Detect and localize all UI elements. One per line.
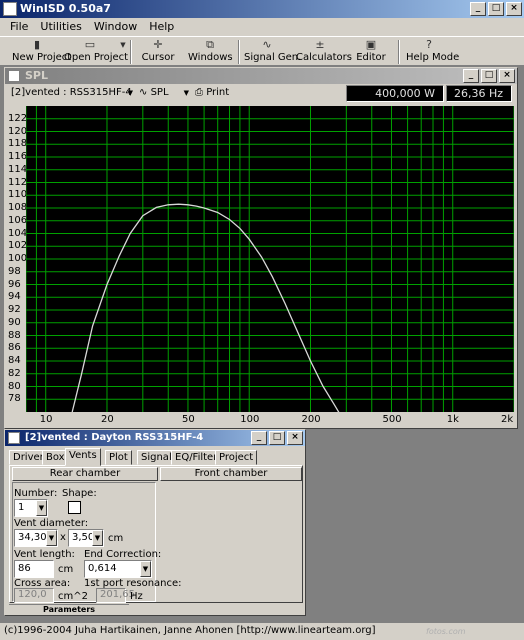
chevron-down-icon: ▼ — [120, 41, 126, 49]
maximize-button[interactable]: □ — [488, 2, 504, 16]
cursor-button[interactable]: ✛ Cursor — [140, 38, 176, 66]
params-title: [2]vented : Dayton RSS315HF-4 — [25, 432, 204, 443]
spl-chart: 78 80 82 84 86 88 90 92 94 96 98 100 102 104 106 108 110… — [7, 106, 515, 428]
windows-icon: ⧉ — [206, 38, 214, 51]
menu-file[interactable]: File — [4, 18, 34, 36]
tab-plot[interactable]: Plot — [105, 450, 132, 465]
status-text: (c)1996-2004 Juha Hartikainen, Janne Aho… — [4, 625, 376, 636]
spl-close-button[interactable]: × — [499, 69, 515, 83]
cm-unit-label-2: cm — [58, 564, 74, 575]
crosshair-icon: ✛ — [153, 38, 163, 51]
minimize-button[interactable]: _ — [470, 2, 486, 16]
new-project-icon: ▮ — [33, 38, 41, 51]
chevron-down-icon: ▼ — [36, 500, 47, 516]
vent-diameter-label: Vent diameter: — [14, 518, 89, 529]
windows-button[interactable]: ⧉ Windows — [188, 38, 233, 66]
app-title-bar: WinISD 0.50a7 _ □ × — [0, 0, 524, 18]
menu-bar: File Utilities Window Help — [0, 18, 524, 36]
cross-area-field: 120,0 — [14, 588, 54, 603]
x-tick-label: 50 — [181, 414, 195, 425]
editor-icon: ▣ — [365, 38, 377, 51]
project-select[interactable]: [2]vented : RSS315HF-4 ▼ — [11, 86, 133, 102]
app-icon — [3, 2, 17, 16]
vent-length-label: Vent length: — [14, 549, 75, 560]
end-correction-label: End Correction: — [84, 549, 162, 560]
power-readout: 400,000 W — [346, 85, 444, 102]
hz-unit-label: Hz — [130, 591, 143, 602]
folder-icon: ▭ — [84, 38, 96, 51]
params-close-button[interactable]: × — [287, 431, 303, 445]
spl-toolbar: [2]vented : RSS315HF-4 ▼ ∿ SPL ▼ ⎙ Print… — [5, 84, 517, 104]
chevron-down-icon: ▼ — [46, 530, 57, 546]
end-correction-select[interactable]: 0,614 ▼ — [84, 560, 152, 578]
open-project-button[interactable]: ▭ Open Project — [64, 38, 128, 66]
new-project-button[interactable]: ▮ New Project — [12, 38, 71, 66]
spl-title-bar: SPL _ □ × — [5, 68, 517, 84]
vents-panel: Rear chamber Front chamber Number: 1 ▼ S… — [9, 465, 303, 603]
x-tick-label: 200 — [301, 414, 321, 425]
x-tick-label: 100 — [240, 414, 260, 425]
frequency-readout: 26,36 Hz — [446, 85, 512, 102]
tab-eq-filter[interactable]: EQ/Filter — [171, 450, 222, 465]
open-project-dropdown[interactable]: ▼ — [118, 38, 128, 66]
params-title-bar: [2]vented : Dayton RSS315HF-4 _ □ × — [5, 430, 305, 446]
x-tick-label: 500 — [382, 414, 402, 425]
tab-project[interactable]: Project — [215, 450, 258, 465]
signal-gen-button[interactable]: ∿ Signal Gen. — [244, 38, 301, 66]
times-label: x — [60, 532, 66, 543]
params-tabs: Driver Box Vents Plot Signal EQ/Filter P… — [9, 448, 303, 466]
menu-window[interactable]: Window — [88, 18, 143, 36]
x-tick-label: 2k — [501, 414, 514, 425]
number-label: Number: — [14, 488, 58, 499]
watermark: fotos.com — [426, 627, 466, 636]
front-chamber-button[interactable]: Front chamber — [160, 467, 302, 481]
parameters-window: [2]vented : Dayton RSS315HF-4 _ □ × Driv… — [4, 429, 306, 616]
spl-curve — [71, 203, 340, 412]
shape-label: Shape: — [62, 488, 97, 499]
calculators-button[interactable]: ± Calculators — [296, 38, 352, 66]
sine-wave-icon: ∿ — [139, 87, 148, 98]
menu-help[interactable]: Help — [143, 18, 180, 36]
params-window-icon — [8, 432, 20, 444]
calculator-icon: ± — [315, 38, 325, 51]
tab-vents[interactable]: Vents — [65, 448, 101, 466]
close-button[interactable]: × — [506, 2, 522, 16]
curve-select[interactable]: ∿ SPL ▼ — [139, 86, 189, 102]
vent-length-input[interactable]: 86 — [14, 560, 54, 578]
x-tick-label: 10 — [39, 414, 53, 425]
spl-window-icon — [8, 70, 20, 82]
shape-swatch[interactable] — [68, 501, 81, 514]
print-button[interactable]: ⎙ Print — [195, 86, 235, 102]
spl-plot[interactable] — [26, 106, 514, 412]
spl-title: SPL — [25, 69, 48, 82]
spl-minimize-button[interactable]: _ — [463, 69, 479, 83]
spl-window: SPL _ □ × [2]vented : RSS315HF-4 ▼ ∿ SPL… — [4, 67, 518, 429]
question-icon: ? — [426, 38, 432, 51]
chevron-down-icon: ▼ — [92, 530, 103, 546]
spl-maximize-button[interactable]: □ — [481, 69, 497, 83]
editor-button[interactable]: ▣ Editor — [356, 38, 386, 66]
vent-diameter-1-select[interactable]: 34,30 ▼ — [14, 529, 58, 547]
help-mode-button[interactable]: ? Help Mode — [406, 38, 459, 66]
chevron-down-icon: ▼ — [183, 89, 189, 97]
params-maximize-button[interactable]: □ — [269, 431, 285, 445]
printer-icon: ⎙ — [195, 87, 203, 98]
parameters-footer-tab[interactable]: Parameters — [9, 604, 129, 615]
tab-signal[interactable]: Signal — [137, 450, 176, 465]
menu-utilities[interactable]: Utilities — [34, 18, 87, 36]
chevron-down-icon: ▼ — [140, 561, 151, 577]
port-resonance-field: 201,65 — [96, 588, 135, 603]
params-minimize-button[interactable]: _ — [251, 431, 267, 445]
x-tick-label: 1k — [446, 414, 459, 425]
x-tick-label: 20 — [100, 414, 114, 425]
app-title: WinISD 0.50a7 — [20, 2, 111, 15]
chevron-down-icon: ▼ — [127, 89, 133, 97]
number-select[interactable]: 1 ▼ — [14, 499, 48, 517]
vent-diameter-2-select[interactable]: 3,50 ▼ — [68, 529, 104, 547]
cm2-unit-label: cm^2 — [58, 591, 88, 602]
sine-wave-icon: ∿ — [262, 38, 272, 51]
main-toolbar: ▮ New Project ▭ Open Project ▼ ✛ Cursor … — [0, 36, 524, 66]
cm-unit-label: cm — [108, 533, 124, 544]
rear-chamber-button[interactable]: Rear chamber — [12, 467, 158, 481]
